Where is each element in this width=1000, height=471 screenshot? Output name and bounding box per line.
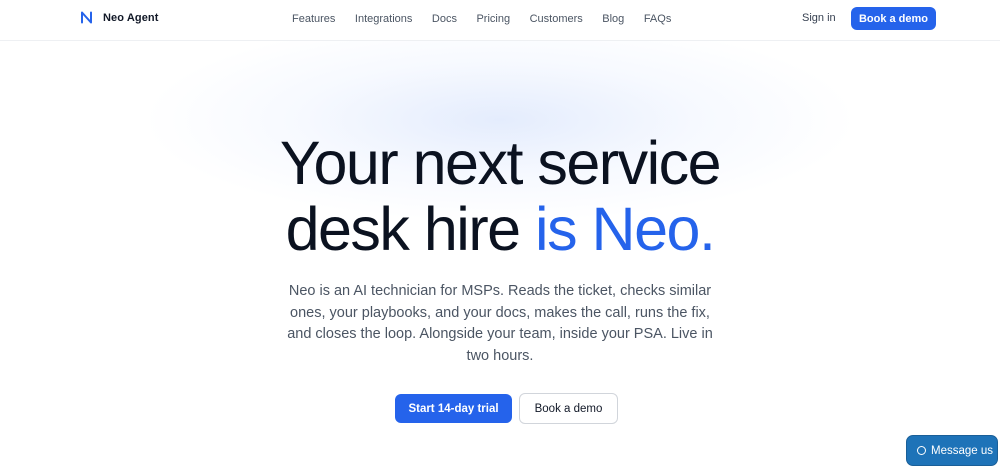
nav-link-pricing[interactable]: Pricing	[476, 13, 510, 25]
headline-line-1: Your next service	[279, 129, 722, 197]
nav-link-customers[interactable]: Customers	[530, 13, 583, 25]
chat-bubble-icon	[917, 446, 926, 455]
nav-link-integrations[interactable]: Integrations	[355, 13, 412, 25]
book-demo-hero-button[interactable]: Book a demo	[519, 393, 618, 424]
brand-logo-link[interactable]: Neo Agent	[80, 11, 159, 24]
neo-logo-icon	[81, 11, 92, 24]
message-us-label: Message us	[931, 444, 994, 457]
headline-accent: is Neo.	[535, 195, 716, 263]
sign-in-link[interactable]: Sign in	[802, 12, 836, 24]
landing-page: Neo Agent Features Integrations Docs Pri…	[0, 0, 1000, 471]
nav-links: Features Integrations Docs Pricing Custo…	[292, 13, 691, 25]
hero-headline: Your next service desk hire is Neo.	[0, 130, 1000, 262]
nav-link-features[interactable]: Features	[292, 13, 335, 25]
headline-line-2: desk hire	[285, 195, 536, 263]
hero-description: Neo is an AI technician for MSPs. Reads …	[287, 283, 713, 364]
nav-link-blog[interactable]: Blog	[602, 13, 624, 25]
start-trial-button[interactable]: Start 14-day trial	[395, 394, 512, 423]
message-us-widget[interactable]: Message us	[906, 435, 998, 466]
nav-link-faqs[interactable]: FAQs	[644, 13, 672, 25]
nav-link-docs[interactable]: Docs	[432, 13, 457, 25]
brand-name: Neo Agent	[103, 11, 159, 24]
book-demo-nav-button[interactable]: Book a demo	[851, 7, 936, 30]
top-navigation: Neo Agent Features Integrations Docs Pri…	[0, 0, 1000, 41]
